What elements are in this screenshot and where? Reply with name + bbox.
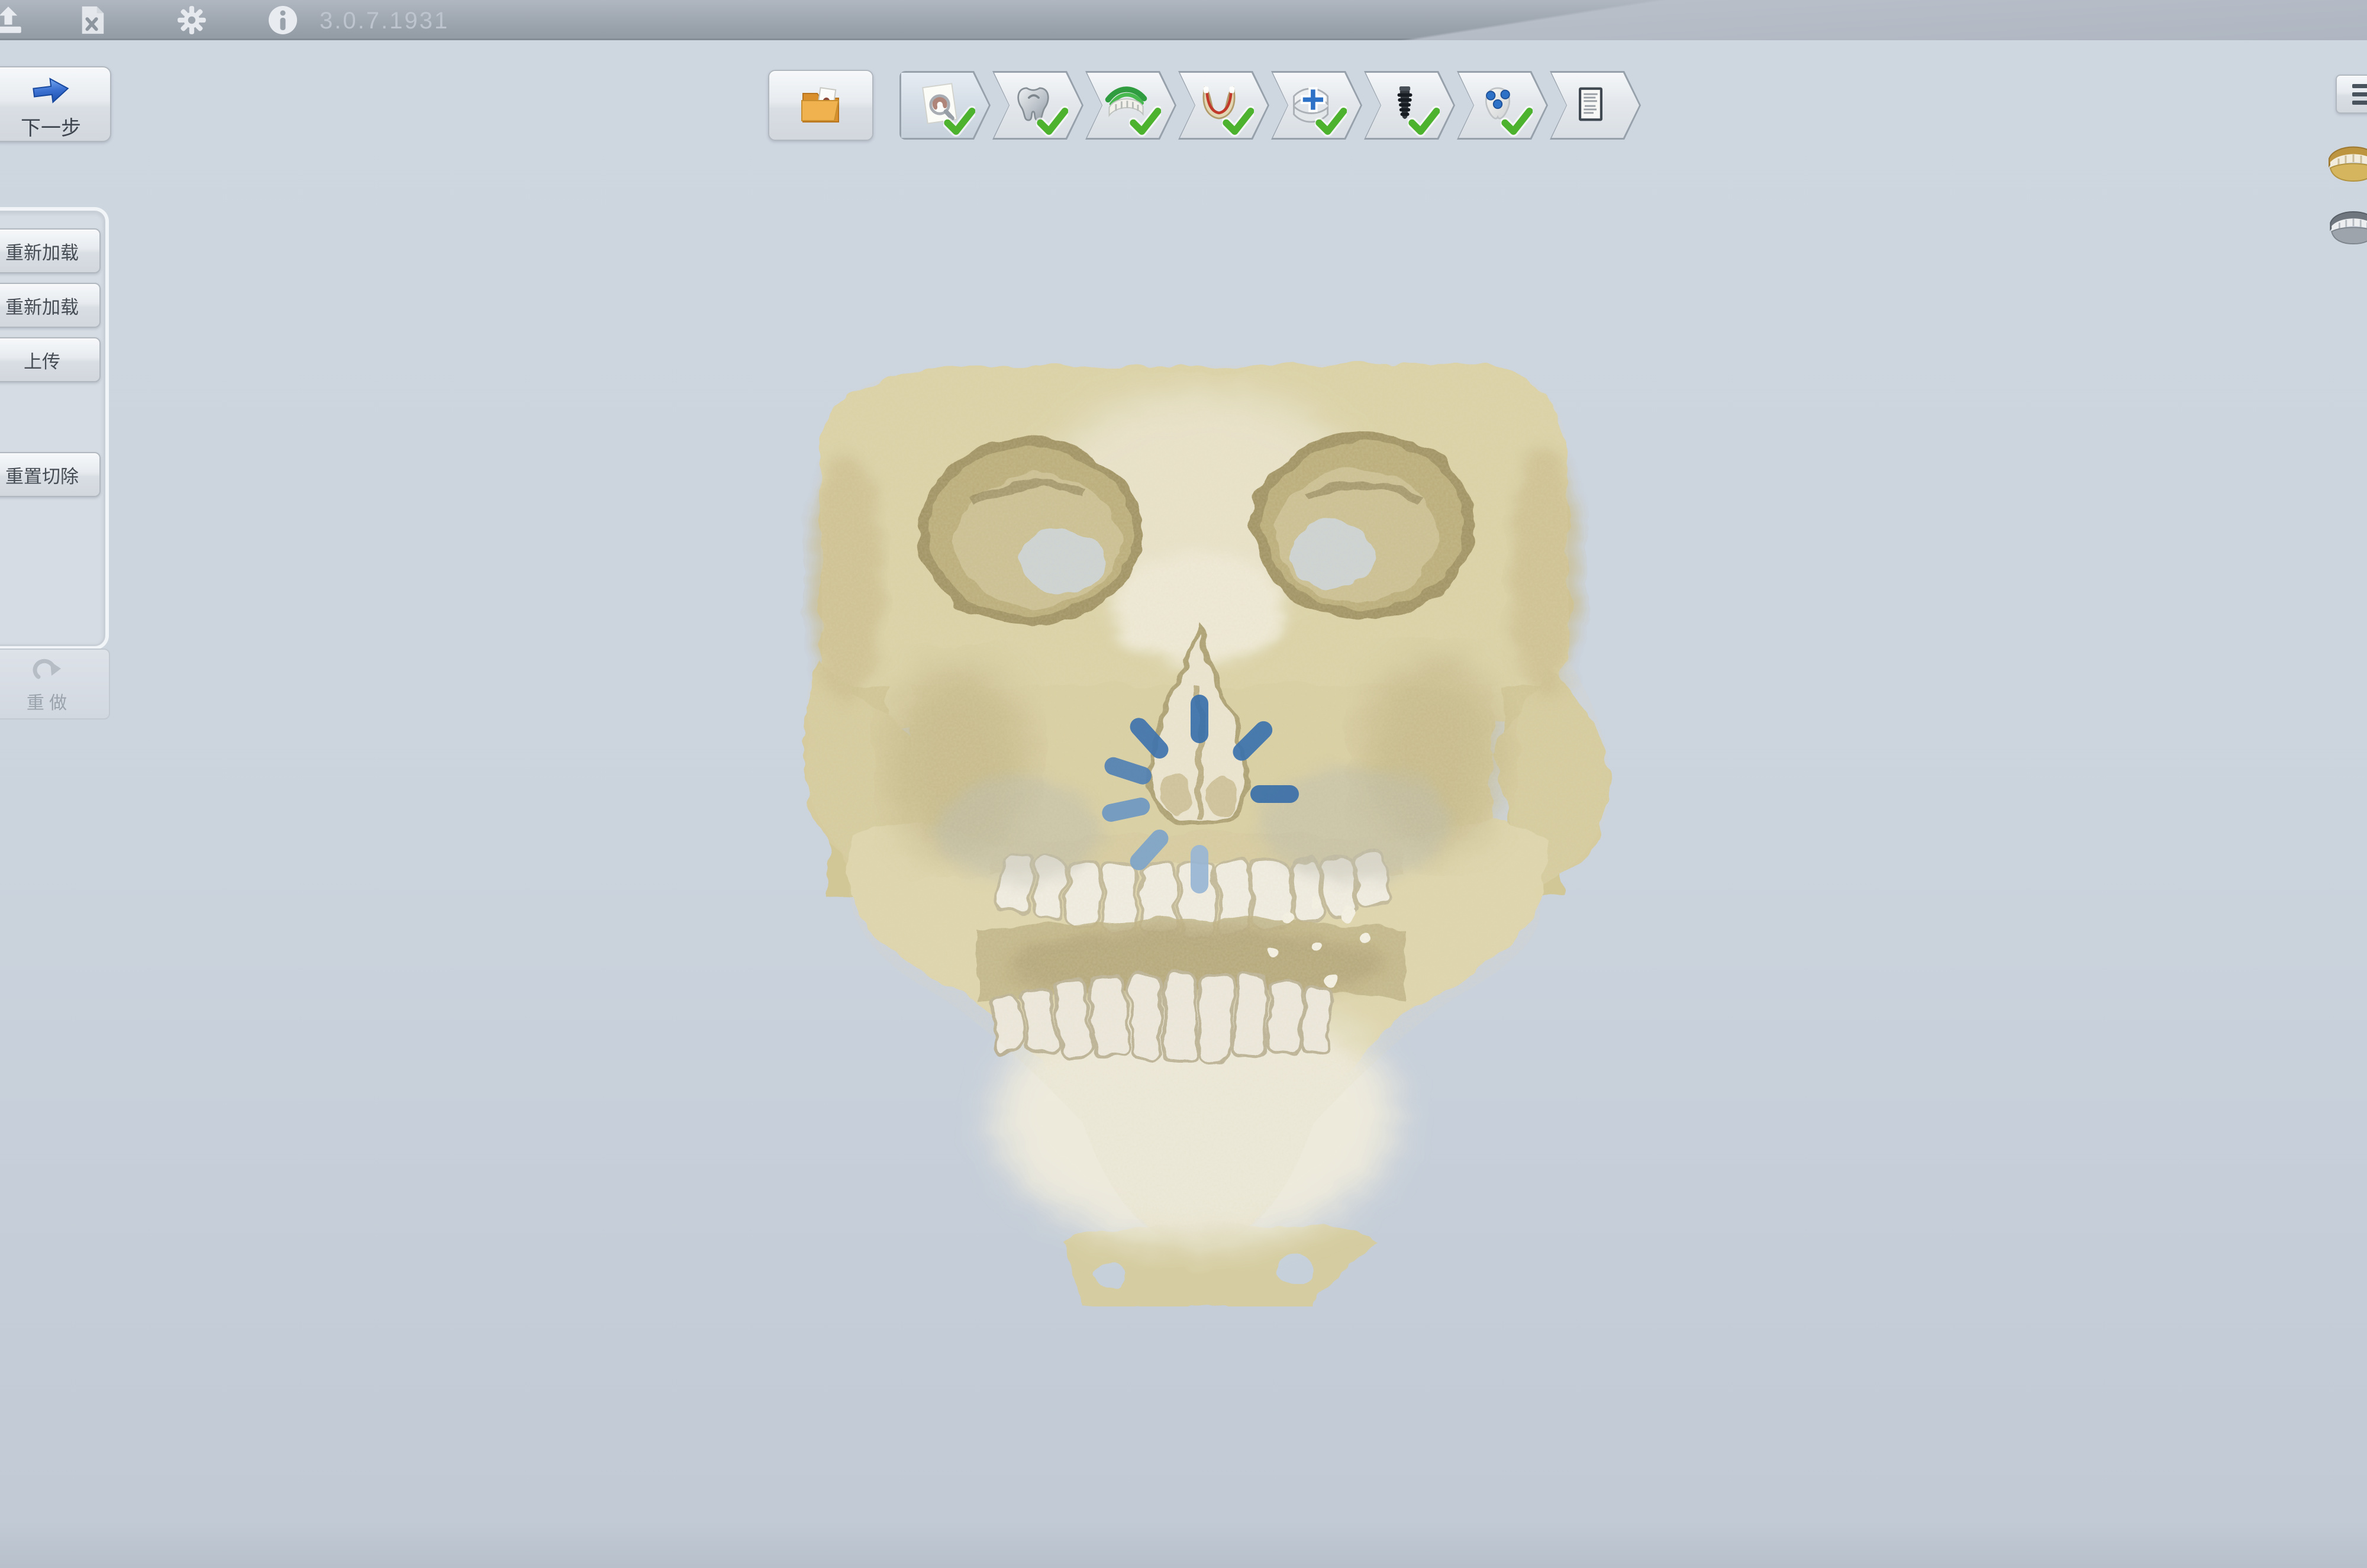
workflow-step-gingiva-scan[interactable] — [1085, 71, 1176, 140]
reload-button-1[interactable]: 重新加载 — [0, 228, 101, 273]
about-info-icon[interactable] — [266, 4, 299, 37]
workflow-step-implant-planning[interactable] — [1364, 71, 1455, 140]
step-check-icon — [1501, 105, 1533, 140]
workflow-step-anchor-pins[interactable] — [1457, 71, 1548, 140]
step-check-icon — [1315, 105, 1347, 140]
workflow-step-tooth-setup[interactable] — [1271, 71, 1362, 140]
workflow-step-scan-image[interactable] — [899, 71, 991, 140]
bone-texture — [806, 363, 1610, 1248]
topbar-sheen — [1006, 0, 2367, 40]
upload-label: 上传 — [24, 347, 60, 373]
skull-3d-render[interactable] — [763, 354, 1627, 1306]
report-icon — [1570, 80, 1611, 131]
upper-jaw-icon[interactable] — [2327, 141, 2367, 185]
menu-icon — [2352, 84, 2367, 88]
workflow-step-model-scan[interactable] — [992, 71, 1083, 140]
redo-arrow-icon — [30, 654, 63, 687]
settings-gear-icon[interactable] — [175, 4, 208, 37]
reset-cut-button[interactable]: 重置切除 — [0, 452, 101, 497]
workflow-step-report[interactable] — [1550, 71, 1641, 140]
next-arrow-icon — [29, 73, 73, 111]
upload-button[interactable]: 上传 — [0, 337, 101, 382]
next-step-button[interactable]: 下一步 — [0, 66, 111, 142]
reset-cut-label: 重置切除 — [5, 462, 79, 488]
tools-panel — [0, 211, 105, 646]
top-menubar: 3.0.7.1931 — [0, 0, 2367, 40]
case-folder-icon — [796, 79, 846, 132]
step-check-icon — [1408, 105, 1440, 140]
redo-button[interactable]: 重 做 — [0, 649, 110, 720]
view-menu-button[interactable] — [2336, 75, 2367, 114]
step-check-icon — [1036, 105, 1068, 140]
application-window: 3.0.7.1931 下一步 重新加载 重新加载 上传 重置切除 — [0, 0, 2367, 1568]
workflow-step-mandible-nerve[interactable] — [1178, 71, 1269, 140]
step-check-icon — [943, 105, 975, 140]
app-version: 3.0.7.1931 — [320, 8, 449, 34]
workflow-steps — [899, 71, 1641, 140]
next-step-label: 下一步 — [21, 112, 81, 141]
redo-label: 重 做 — [27, 688, 67, 714]
step-check-icon — [1222, 105, 1254, 140]
lower-jaw-icon[interactable] — [2327, 206, 2367, 248]
step-check-icon — [1129, 105, 1161, 140]
export-case-icon[interactable] — [0, 4, 25, 37]
reload-button-2[interactable]: 重新加载 — [0, 283, 101, 328]
close-case-icon[interactable] — [76, 4, 109, 37]
reload-label: 重新加载 — [5, 238, 79, 264]
case-folder-button[interactable] — [768, 70, 873, 141]
reload-label: 重新加载 — [5, 292, 79, 319]
